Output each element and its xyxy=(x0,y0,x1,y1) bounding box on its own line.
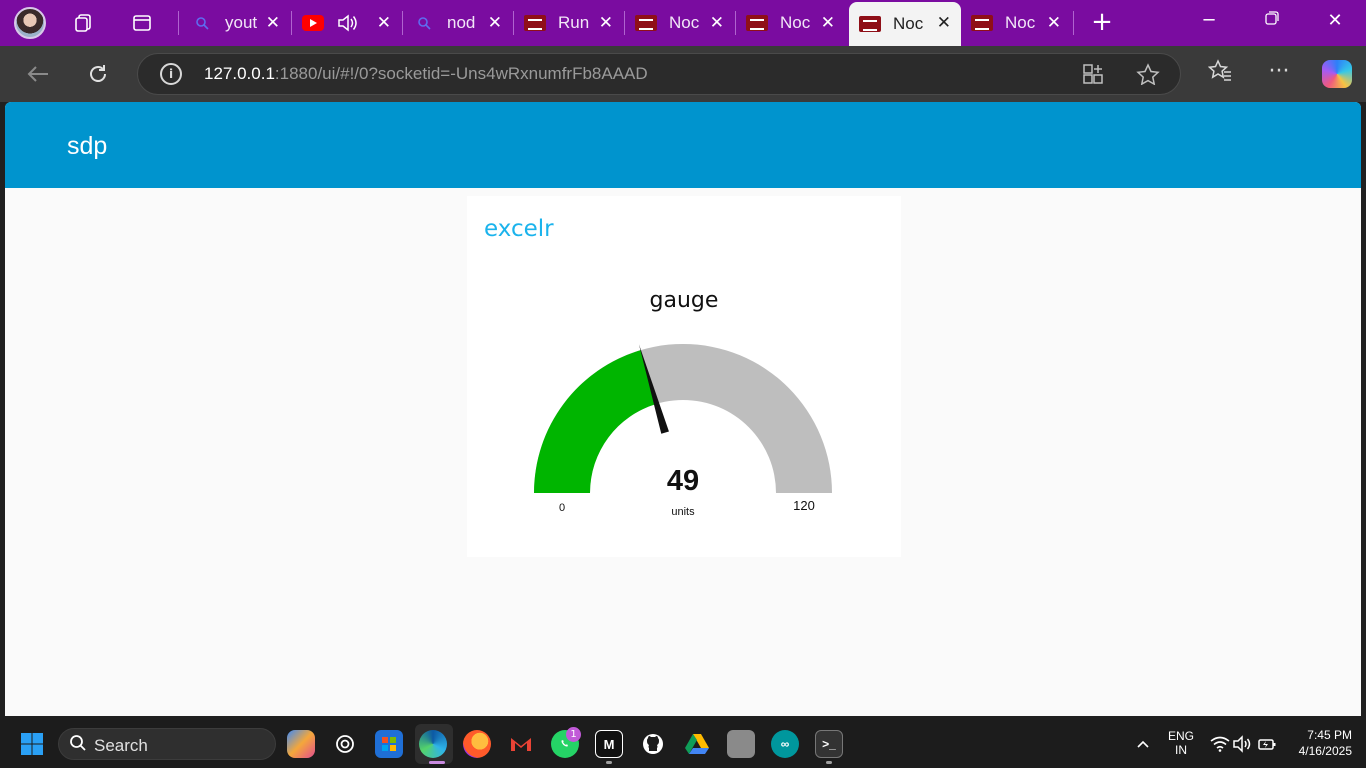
edge-icon[interactable] xyxy=(419,730,447,758)
favorite-star-icon[interactable] xyxy=(1136,63,1160,90)
search-icon xyxy=(413,15,435,31)
search-icon xyxy=(69,734,87,757)
more-menu-icon[interactable]: ··· xyxy=(1264,59,1294,84)
close-icon[interactable]: ✕ xyxy=(710,13,724,33)
close-icon[interactable]: ✕ xyxy=(599,13,613,33)
node-red-icon xyxy=(746,15,768,31)
tab-node-search[interactable]: nod ✕ xyxy=(403,4,512,42)
close-icon[interactable]: ✕ xyxy=(488,13,502,33)
url-text[interactable]: 127.0.0.1:1880/ui/#!/0?socketid=-Uns4wRx… xyxy=(204,64,648,84)
node-red-icon xyxy=(635,15,657,31)
node-red-icon xyxy=(524,15,546,31)
youtube-icon xyxy=(302,15,324,31)
close-icon[interactable]: ✕ xyxy=(1047,13,1061,33)
gauge-fill xyxy=(534,350,657,493)
gauge-units: units xyxy=(671,506,695,518)
new-tab-icon[interactable]: + xyxy=(1087,7,1117,37)
gauge-widget: gauge 49 units 0 120 xyxy=(534,288,832,518)
tab-node-red-2[interactable]: Noc ✕ xyxy=(625,4,734,42)
google-drive-icon[interactable] xyxy=(683,730,711,758)
app-icon[interactable] xyxy=(727,730,755,758)
favorites-icon[interactable] xyxy=(1205,59,1235,86)
windows-start-icon[interactable] xyxy=(18,730,46,758)
battery-icon[interactable] xyxy=(1253,730,1281,758)
refresh-icon[interactable] xyxy=(83,59,113,89)
medium-icon[interactable]: M xyxy=(595,730,623,758)
close-icon[interactable]: ✕ xyxy=(821,13,835,33)
copilot-icon[interactable] xyxy=(1322,60,1352,88)
gmail-icon[interactable] xyxy=(507,730,535,758)
browser-tab-bar: yout ✕ ✕ nod ✕ Run ✕ Noc ✕ Noc ✕ Noc ✕ N… xyxy=(0,0,1366,46)
profile-avatar[interactable] xyxy=(14,7,46,39)
volume-icon[interactable] xyxy=(1228,730,1256,758)
close-icon[interactable]: ✕ xyxy=(377,13,391,33)
close-icon[interactable]: ✕ xyxy=(937,13,951,33)
tab-node-red-run[interactable]: Run ✕ xyxy=(514,4,623,42)
language-indicator[interactable]: ENG IN xyxy=(1166,729,1196,757)
address-toolbar: i 127.0.0.1:1880/ui/#!/0?socketid=-Uns4w… xyxy=(0,46,1366,102)
chatgpt-icon[interactable] xyxy=(331,730,359,758)
close-icon[interactable]: ✕ xyxy=(266,13,280,33)
page-title: sdp xyxy=(67,132,108,160)
tab-youtube[interactable]: ✕ xyxy=(292,4,401,42)
gauge-label: gauge xyxy=(650,288,719,313)
gauge-value: 49 xyxy=(667,465,699,497)
tab-actions-icon[interactable] xyxy=(126,7,158,39)
github-icon[interactable] xyxy=(639,730,667,758)
speaker-icon[interactable] xyxy=(336,14,358,32)
app-available-icon[interactable] xyxy=(1082,63,1104,90)
taskbar-search[interactable]: Search xyxy=(58,728,276,760)
notification-badge: 1 xyxy=(566,727,581,742)
terminal-icon[interactable]: >_ xyxy=(815,730,843,758)
tab-youtube-search[interactable]: yout ✕ xyxy=(181,4,290,42)
dashboard-page: sdp excelr gauge 49 units 0 120 xyxy=(5,102,1361,716)
close-window-icon[interactable]: ✕ xyxy=(1320,10,1350,31)
show-hidden-icons-icon[interactable] xyxy=(1129,730,1157,758)
workspaces-icon[interactable] xyxy=(68,7,100,39)
dashboard-group-card: excelr gauge 49 units 0 120 xyxy=(467,196,901,557)
tab-node-red-5[interactable]: Noc ✕ xyxy=(961,4,1071,42)
firefox-icon[interactable] xyxy=(463,730,491,758)
address-bar[interactable]: i 127.0.0.1:1880/ui/#!/0?socketid=-Uns4w… xyxy=(137,53,1181,95)
dashboard-header: sdp xyxy=(5,102,1361,188)
gauge-min-label: 0 xyxy=(559,502,565,514)
restore-icon[interactable] xyxy=(1257,10,1287,31)
node-red-icon xyxy=(971,15,993,31)
clock[interactable]: 7:45 PM 4/16/2025 xyxy=(1288,728,1352,758)
search-icon xyxy=(191,15,213,31)
tab-node-red-3[interactable]: Noc ✕ xyxy=(736,4,845,42)
back-arrow-icon[interactable] xyxy=(23,59,53,89)
site-info-icon[interactable]: i xyxy=(160,63,182,85)
minimize-icon[interactable]: ─ xyxy=(1194,10,1224,31)
copilot-taskbar-icon[interactable] xyxy=(287,730,315,758)
gauge-max-label: 120 xyxy=(793,498,815,513)
windows-taskbar: Search 1 M ∞ >_ ENG IN 7:45 PM 4/16/2025 xyxy=(0,720,1366,768)
microsoft-store-icon[interactable] xyxy=(375,730,403,758)
arduino-icon[interactable]: ∞ xyxy=(771,730,799,758)
tab-node-red-active[interactable]: Noc ✕ xyxy=(849,2,961,46)
node-red-icon xyxy=(859,16,881,32)
